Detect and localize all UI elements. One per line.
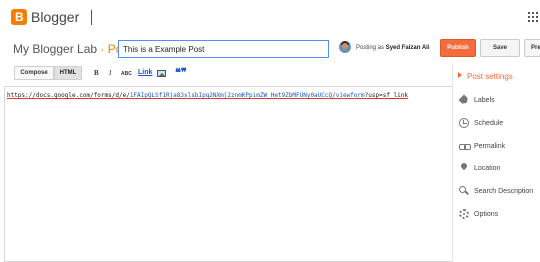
url-suffix: ?usp=sf_link [364,92,408,99]
sidebar-item-search-description[interactable]: Search Description [459,185,533,197]
apps-grid-icon[interactable] [528,12,538,22]
sidebar-item-label: Permalink [474,142,506,150]
gear-icon [459,209,469,219]
url-form-id: 1FAIpQLSf1Rja83xlsbIpq2NXmj2znmKPpimZW_H… [129,92,365,99]
editor-content-line[interactable]: https://docs.google.com/forms/d/e/1FAIpQ… [7,92,408,99]
link-icon [459,141,471,151]
sidebar-item-permalink[interactable]: Permalink [459,140,505,152]
post-settings-title: Post settings [467,72,513,81]
post-title-input[interactable] [118,40,329,58]
sidebar-item-label: Schedule [474,119,504,127]
sidebar-item-labels[interactable]: Labels [459,94,495,106]
preview-button[interactable]: Pre [524,39,540,57]
header-divider [91,10,92,25]
save-button[interactable]: Save [480,39,520,57]
sidebar-item-label: Labels [474,96,495,104]
sidebar-item-label: Location [474,164,501,172]
posting-as-prefix: Posting as [356,45,385,51]
editor-toolbar: Compose HTML B I ABC Link ❝❞ [0,63,452,83]
post-settings-heading[interactable]: Post settings [458,72,513,81]
sidebar-item-label: Options [474,210,499,218]
location-pin-icon [459,163,469,173]
top-bar: B Blogger [0,0,540,34]
sidebar-item-options[interactable]: Options [459,208,498,220]
link-button[interactable]: Link [138,69,152,76]
insert-image-icon[interactable] [157,70,166,77]
quote-button[interactable]: ❝❞ [175,66,187,79]
blogger-logo-icon[interactable]: B [11,9,27,25]
sidebar-item-label: Search Description [474,187,534,195]
html-editor[interactable]: https://docs.google.com/forms/d/e/1FAIpQ… [4,86,454,262]
publish-button[interactable]: Publish [440,39,476,57]
clock-icon [459,118,469,128]
blog-breadcrumb: My Blogger Lab · Post [13,42,132,56]
search-icon [459,186,469,196]
bold-button[interactable]: B [94,69,99,77]
url-prefix: https://docs.google.com/forms/d/e/ [7,92,130,99]
sidebar-item-location[interactable]: Location [459,162,500,174]
expand-arrow-icon [458,72,462,78]
post-settings-sidebar: Post settings Labels Schedule Permalink … [452,63,540,262]
posting-as: Posting as Syed Faizan Ali [356,45,430,51]
sidebar-item-schedule[interactable]: Schedule [459,117,503,129]
strikethrough-button[interactable]: ABC [121,71,132,77]
italic-button[interactable]: I [109,69,111,77]
blog-name[interactable]: My Blogger Lab [13,42,97,56]
compose-mode-button[interactable]: Compose [14,66,54,80]
author-name: Syed Faizan Ali [385,45,430,51]
breadcrumb-separator: · [100,42,105,56]
label-icon [458,94,469,105]
html-mode-button[interactable]: HTML [54,66,82,80]
brand-name: Blogger [31,9,80,25]
avatar[interactable] [339,41,351,53]
